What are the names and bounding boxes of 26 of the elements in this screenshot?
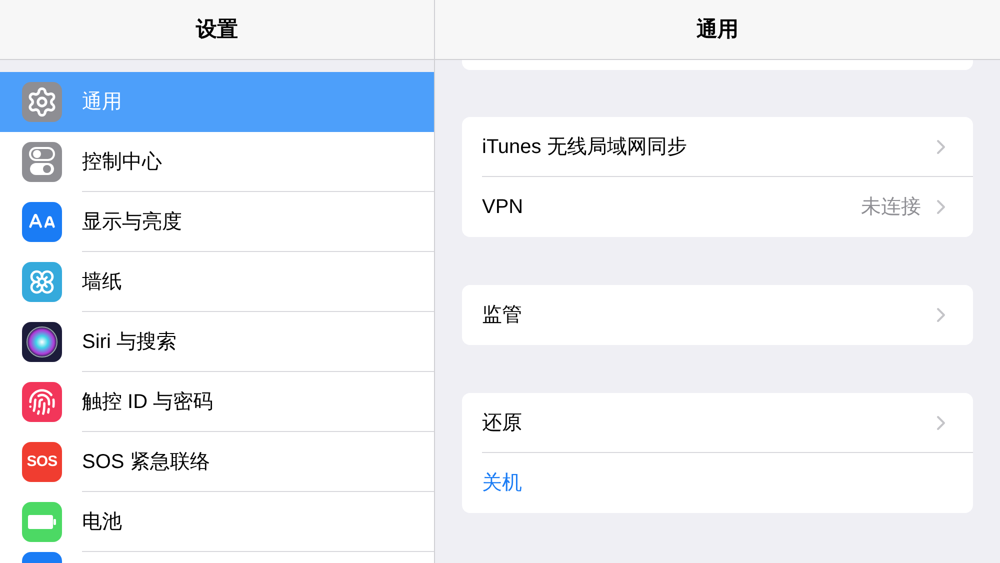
row-label: iTunes 无线局域网同步: [482, 134, 688, 160]
item-label: 电池: [82, 510, 122, 534]
item-label: 墙纸: [82, 270, 122, 294]
row-value: 未连接: [861, 195, 921, 220]
settings-row[interactable]: VPN 未连接: [462, 177, 973, 237]
icon-text: SOS: [26, 452, 58, 472]
settings-row[interactable]: 关机: [462, 453, 973, 513]
sidebar-title: 设置: [196, 16, 238, 43]
flower-icon: [28, 268, 56, 296]
row-label: 监管: [482, 303, 523, 328]
row-label: VPN: [482, 195, 524, 220]
item-label: 控制中心: [82, 150, 162, 174]
item-label: Siri 与搜索: [82, 330, 176, 354]
toggles-icon: [29, 147, 55, 177]
item-label: 触控 ID 与密码: [82, 390, 214, 414]
battery-icon: [28, 515, 56, 529]
settings-row[interactable]: 还原: [462, 393, 973, 453]
row-label: 还原: [482, 410, 523, 436]
settings-row[interactable]: 监管: [462, 285, 973, 345]
row-label: 关机: [482, 471, 523, 496]
item-label: SOS 紧急联络: [82, 450, 210, 474]
item-label: 通用: [82, 90, 122, 115]
fingerprint-icon: [28, 388, 56, 416]
detail-title: 通用: [696, 16, 738, 43]
settings-row[interactable]: iTunes 无线局域网同步: [462, 117, 973, 177]
item-label: 显示与亮度: [82, 210, 182, 234]
